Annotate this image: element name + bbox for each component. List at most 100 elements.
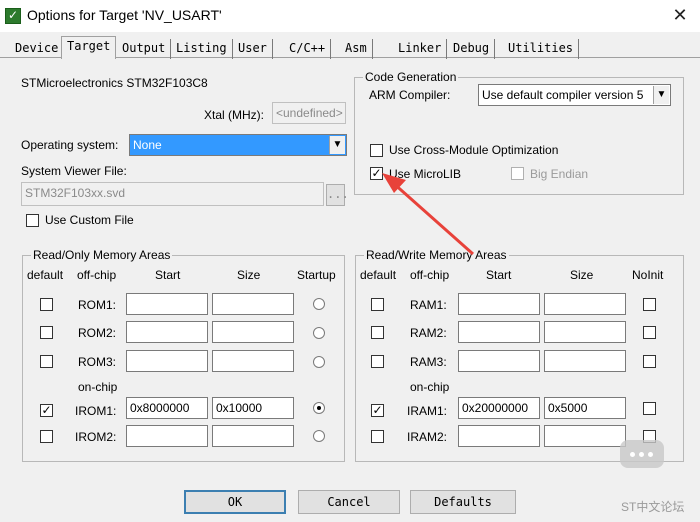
rom2-default-checkbox[interactable] [40,326,53,339]
rom2-startup-radio[interactable] [313,327,325,339]
rw-header-offchip: off-chip [410,268,450,282]
svf-label: System Viewer File: [21,164,127,178]
readonly-memory-title: Read/Only Memory Areas [31,248,173,262]
browse-button[interactable]: ... [326,184,349,206]
ram2-default-checkbox[interactable] [371,326,384,339]
ro-header-default: default [27,268,64,282]
ram2-size-field[interactable] [544,321,626,343]
rom1-default-checkbox[interactable] [40,298,53,311]
rom3-start-field[interactable] [126,350,208,372]
rom1-startup-radio[interactable] [313,298,325,310]
annotation-arrow-icon [382,173,474,256]
cross-module-checkbox[interactable] [370,144,383,157]
cancel-button[interactable]: Cancel [298,490,400,514]
rom1-start-field[interactable] [126,293,208,315]
window-title: Options for Target 'NV_USART' [27,7,222,23]
irom2-size-field[interactable] [212,425,294,447]
ram1-default-checkbox[interactable] [371,298,384,311]
irom1-size-field[interactable]: 0x10000 [212,397,294,419]
iram2-start-field[interactable] [458,425,540,447]
ram1-noinit-checkbox[interactable] [643,298,656,311]
ram3-default-checkbox[interactable] [371,355,384,368]
xtal-label: Xtal (MHz): [204,108,264,122]
tab-target[interactable]: Target [61,36,117,59]
big-endian-checkbox[interactable] [511,167,524,180]
defaults-button[interactable]: Defaults [410,490,516,514]
os-label: Operating system: [21,138,119,152]
iram1-noinit-checkbox[interactable] [643,402,656,415]
rom3-label: ROM3: [78,355,117,369]
tab-debug[interactable]: Debug [448,39,496,59]
tab-c-cpp[interactable]: C/C++ [284,39,332,59]
big-endian-label: Big Endian [530,167,589,181]
ram3-label: RAM3: [410,355,447,369]
rw-header-size: Size [570,268,594,282]
os-value: None [133,138,162,152]
chevron-down-icon[interactable]: ▼ [329,136,345,154]
ram1-size-field[interactable] [544,293,626,315]
iram2-size-field[interactable] [544,425,626,447]
iram1-default-checkbox[interactable]: ✓ [371,404,384,417]
compiler-select[interactable]: Use default compiler version 5 ▼ [478,84,671,106]
tab-linker[interactable]: Linker [393,39,448,59]
iram1-size-field[interactable]: 0x5000 [544,397,626,419]
svf-field[interactable]: STM32F103xx.svd [21,182,324,206]
custom-file-checkbox[interactable] [26,214,39,227]
ok-button[interactable]: OK [184,490,286,514]
rom3-startup-radio[interactable] [313,356,325,368]
irom2-startup-radio[interactable] [313,430,325,442]
rom3-size-field[interactable] [212,350,294,372]
code-generation-title: Code Generation [363,70,459,84]
xtal-field[interactable]: <undefined> [272,102,346,124]
ram1-start-field[interactable] [458,293,540,315]
compiler-value: Use default compiler version 5 [482,88,644,102]
rw-onchip-label: on-chip [410,380,450,394]
iram2-default-checkbox[interactable] [371,430,384,443]
iram1-start-field[interactable]: 0x20000000 [458,397,540,419]
rom1-label: ROM1: [78,298,117,312]
iram2-label: IRAM2: [407,430,448,444]
keil-app-icon [5,8,21,24]
tab-output[interactable]: Output [117,39,172,59]
annotation-arrow-line [391,180,474,256]
compiler-label: ARM Compiler: [369,88,451,102]
tab-listing[interactable]: Listing [171,39,233,59]
irom1-default-checkbox[interactable]: ✓ [40,404,53,417]
tab-utilities[interactable]: Utilities [503,39,580,59]
ram3-noinit-checkbox[interactable] [643,355,656,368]
watermark-text: ST中文论坛 [621,500,685,514]
rw-header-start: Start [486,268,512,282]
rom2-size-field[interactable] [212,321,294,343]
chevron-down-icon[interactable]: ▼ [653,86,669,104]
ram2-noinit-checkbox[interactable] [643,326,656,339]
irom1-start-field[interactable]: 0x8000000 [126,397,208,419]
rom2-start-field[interactable] [126,321,208,343]
ro-header-startup: Startup [297,268,336,282]
ram1-label: RAM1: [410,298,447,312]
ro-onchip-label: on-chip [78,380,118,394]
rom2-label: ROM2: [78,326,117,340]
tab-strip: Device Target Output Listing User C/C++ … [0,36,700,59]
tab-user[interactable]: User [233,39,273,59]
tab-device[interactable]: Device [10,39,65,59]
os-select[interactable]: None ▼ [129,134,347,156]
irom2-start-field[interactable] [126,425,208,447]
rw-header-default: default [360,268,397,282]
ram2-start-field[interactable] [458,321,540,343]
iram1-label: IRAM1: [407,404,448,418]
readwrite-memory-group: Read/Write Memory Areas default off-chip… [355,248,684,462]
tab-asm[interactable]: Asm [340,39,373,59]
ram3-start-field[interactable] [458,350,540,372]
cross-module-label: Use Cross-Module Optimization [389,143,559,157]
ro-header-size: Size [237,268,261,282]
ram2-label: RAM2: [410,326,447,340]
close-button[interactable]: ✕ [668,4,692,26]
irom2-label: IROM2: [75,430,117,444]
rom3-default-checkbox[interactable] [40,355,53,368]
irom2-default-checkbox[interactable] [40,430,53,443]
title-bar: Options for Target 'NV_USART' ✕ [0,0,700,32]
ram3-size-field[interactable] [544,350,626,372]
rom1-size-field[interactable] [212,293,294,315]
device-name: STMicroelectronics STM32F103C8 [21,76,208,90]
irom1-startup-radio[interactable] [313,402,325,414]
